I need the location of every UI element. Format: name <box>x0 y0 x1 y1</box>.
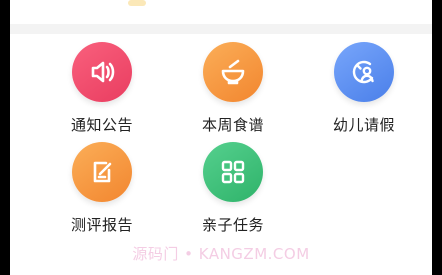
grid-item-task[interactable]: 亲子任务 <box>173 142 293 242</box>
grid-item-leave[interactable]: 幼儿请假 <box>304 42 424 142</box>
top-partial-element <box>128 0 146 6</box>
apps-grid-icon <box>203 142 263 202</box>
grid-item-menu[interactable]: 本周食谱 <box>173 42 293 142</box>
user-leave-icon <box>334 42 394 102</box>
grid-item-label: 幼儿请假 <box>332 116 395 134</box>
grid-item-label: 通知公告 <box>70 116 133 134</box>
section-divider <box>10 24 432 34</box>
edit-report-icon <box>72 142 132 202</box>
grid-item-report[interactable]: 测评报告 <box>42 142 162 242</box>
grid-item-label: 测评报告 <box>70 216 133 234</box>
app-screen: 通知公告 本周食谱 幼儿请假 测评报告 亲子任务 源码门 • KANGZM.CO… <box>10 0 432 275</box>
grid-item-label: 本周食谱 <box>201 116 264 134</box>
top-section <box>10 0 432 24</box>
watermark: 源码门 • KANGZM.COM <box>132 245 310 263</box>
grid-item-notice[interactable]: 通知公告 <box>42 42 162 142</box>
speaker-icon <box>72 42 132 102</box>
grid-item-label: 亲子任务 <box>201 216 264 234</box>
bowl-icon <box>203 42 263 102</box>
